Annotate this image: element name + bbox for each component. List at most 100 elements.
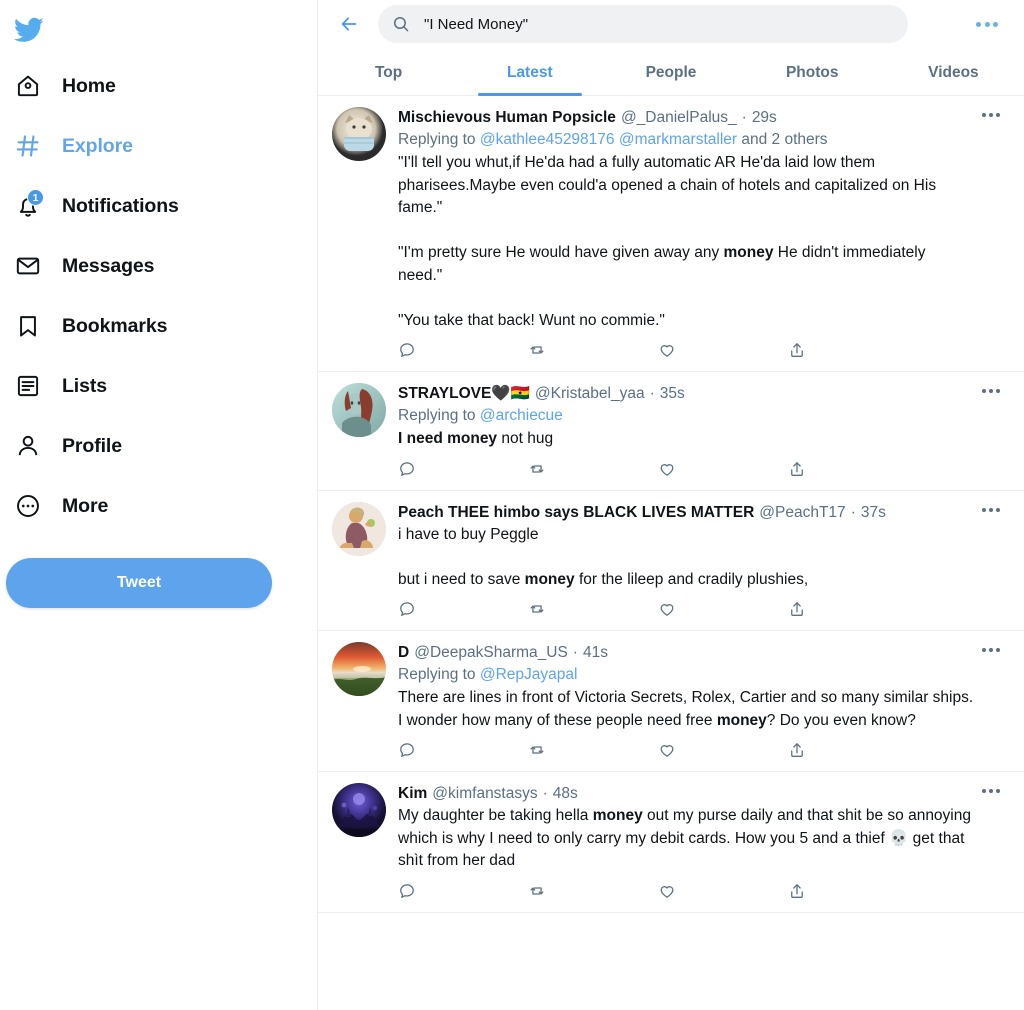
tweet-item[interactable]: Kim @kimfanstasys · 48s My daughter be t… — [318, 772, 1024, 913]
dot — [993, 21, 998, 27]
avatar[interactable] — [332, 642, 386, 696]
user-handle[interactable]: @DeepakSharma_US — [414, 642, 568, 663]
header-more-button[interactable] — [968, 14, 1006, 35]
tweet-body: Mischievous Human Popsicle @_DanielPalus… — [398, 107, 1000, 367]
sidebar-item-label: Home — [62, 74, 116, 97]
reply-icon[interactable] — [398, 460, 528, 478]
separator: · — [542, 785, 548, 802]
share-icon[interactable] — [788, 882, 918, 900]
timestamp[interactable]: 37s — [861, 502, 886, 523]
reply-icon[interactable] — [398, 341, 528, 359]
avatar[interactable] — [332, 501, 386, 556]
user-handle[interactable]: @PeachT17 — [759, 502, 845, 523]
tab-people[interactable]: People — [600, 48, 741, 95]
tweet-text-segment: money — [524, 570, 575, 588]
tweet-item[interactable]: D @DeepakSharma_US · 41s Replying to @Re… — [318, 631, 1024, 772]
tweet-text: I need money not hug — [398, 428, 974, 451]
like-icon[interactable] — [658, 600, 788, 618]
sidebar-item-lists[interactable]: Lists — [0, 356, 317, 416]
search-input[interactable]: "I Need Money" — [378, 5, 908, 43]
retweet-icon[interactable] — [528, 741, 658, 759]
like-icon[interactable] — [658, 741, 788, 759]
reply-icon[interactable] — [398, 600, 528, 618]
twitter-app: Home Explore 1 Notifications Messages Bo… — [0, 0, 1024, 1010]
tweet-text-segment: My daughter be taking hella — [398, 807, 593, 824]
retweet-icon[interactable] — [528, 600, 658, 618]
share-icon[interactable] — [788, 460, 918, 478]
replying-mention[interactable]: @archiecue — [480, 407, 563, 424]
tab-photos[interactable]: Photos — [742, 48, 883, 95]
search-header: "I Need Money" — [318, 0, 1024, 48]
avatar[interactable] — [332, 383, 386, 437]
tweet-item[interactable]: Mischievous Human Popsicle @_DanielPalus… — [318, 96, 1024, 372]
replying-prefix: Replying to — [398, 407, 480, 424]
avatar[interactable] — [332, 783, 386, 837]
tweet-item[interactable]: Peach THEE himbo says BLACK LIVES MATTER… — [318, 491, 1024, 631]
display-name[interactable]: Mischievous Human Popsicle — [398, 107, 616, 128]
back-arrow-icon[interactable] — [332, 7, 366, 41]
tweet-more-button[interactable] — [978, 385, 1004, 397]
reply-icon[interactable] — [398, 882, 528, 900]
twitter-logo[interactable] — [0, 4, 317, 56]
sidebar-item-label: Bookmarks — [62, 314, 168, 337]
replying-mention[interactable]: @kathlee45298176 @markmarstaller — [480, 131, 737, 148]
user-handle[interactable]: @_DanielPalus_ — [621, 107, 737, 128]
avatar[interactable] — [332, 107, 386, 161]
tweet-button[interactable]: Tweet — [6, 558, 272, 608]
tweet-actions — [398, 460, 918, 486]
list-icon — [14, 372, 42, 400]
user-handle[interactable]: @kimfanstasys — [432, 783, 537, 804]
retweet-icon[interactable] — [528, 460, 658, 478]
share-icon[interactable] — [788, 600, 918, 618]
replying-prefix: Replying to — [398, 666, 480, 683]
tweet-text: i have to buy Peggle but i need to save … — [398, 524, 974, 592]
dot — [984, 21, 990, 27]
retweet-icon[interactable] — [528, 341, 658, 359]
tweet-text-segment: for the lileep and cradily plushies, — [574, 570, 809, 588]
tweet-header: STRAYLOVE 🖤🇬🇭 @Kristabel_yaa · 35s — [398, 383, 974, 404]
display-name[interactable]: STRAYLOVE — [398, 383, 491, 404]
tweet-more-button[interactable] — [978, 504, 1004, 516]
tweet-item[interactable]: STRAYLOVE 🖤🇬🇭 @Kristabel_yaa · 35s Replyi… — [318, 372, 1024, 491]
like-icon[interactable] — [658, 882, 788, 900]
display-name[interactable]: Peach THEE himbo says BLACK LIVES MATTER — [398, 502, 754, 523]
replying-prefix: Replying to — [398, 131, 480, 148]
like-icon[interactable] — [658, 460, 788, 478]
sidebar-item-messages[interactable]: Messages — [0, 236, 317, 296]
retweet-icon[interactable] — [528, 882, 658, 900]
tab-latest[interactable]: Latest — [459, 48, 600, 95]
dot — [976, 21, 981, 27]
tab-videos[interactable]: Videos — [883, 48, 1024, 95]
tab-top[interactable]: Top — [318, 48, 459, 95]
share-icon[interactable] — [788, 741, 918, 759]
timestamp[interactable]: 29s — [752, 107, 777, 128]
tweet-text-segment: money — [592, 807, 643, 824]
like-icon[interactable] — [658, 341, 788, 359]
sidebar-item-more[interactable]: More — [0, 476, 317, 536]
display-name[interactable]: Kim — [398, 783, 427, 804]
tweet-body: Peach THEE himbo says BLACK LIVES MATTER… — [398, 502, 1000, 627]
sidebar-item-explore[interactable]: Explore — [0, 116, 317, 176]
display-name[interactable]: D — [398, 642, 409, 663]
share-icon[interactable] — [788, 341, 918, 359]
tweet-text-segment: not hug — [497, 430, 554, 447]
tweet-header: Peach THEE himbo says BLACK LIVES MATTER… — [398, 502, 974, 523]
replying-to: Replying to @RepJayapal — [398, 664, 974, 686]
sidebar-item-profile[interactable]: Profile — [0, 416, 317, 476]
timestamp[interactable]: 35s — [660, 383, 685, 404]
tweet-more-button[interactable] — [978, 109, 1004, 121]
timestamp[interactable]: 48s — [553, 783, 578, 804]
user-handle[interactable]: @Kristabel_yaa — [535, 383, 645, 404]
main-column: "I Need Money" Top Latest People Photos … — [318, 0, 1024, 1010]
sidebar-item-home[interactable]: Home — [0, 56, 317, 116]
search-icon — [392, 15, 410, 33]
tweet-more-button[interactable] — [978, 644, 1004, 656]
search-tabs: Top Latest People Photos Videos — [318, 48, 1024, 96]
tweet-more-button[interactable] — [978, 785, 1004, 797]
reply-icon[interactable] — [398, 741, 528, 759]
timestamp[interactable]: 41s — [583, 642, 608, 663]
sidebar-item-bookmarks[interactable]: Bookmarks — [0, 296, 317, 356]
replying-mention[interactable]: @RepJayapal — [480, 666, 578, 683]
replying-suffix: and 2 others — [737, 131, 828, 148]
sidebar-item-notifications[interactable]: 1 Notifications — [0, 176, 317, 236]
